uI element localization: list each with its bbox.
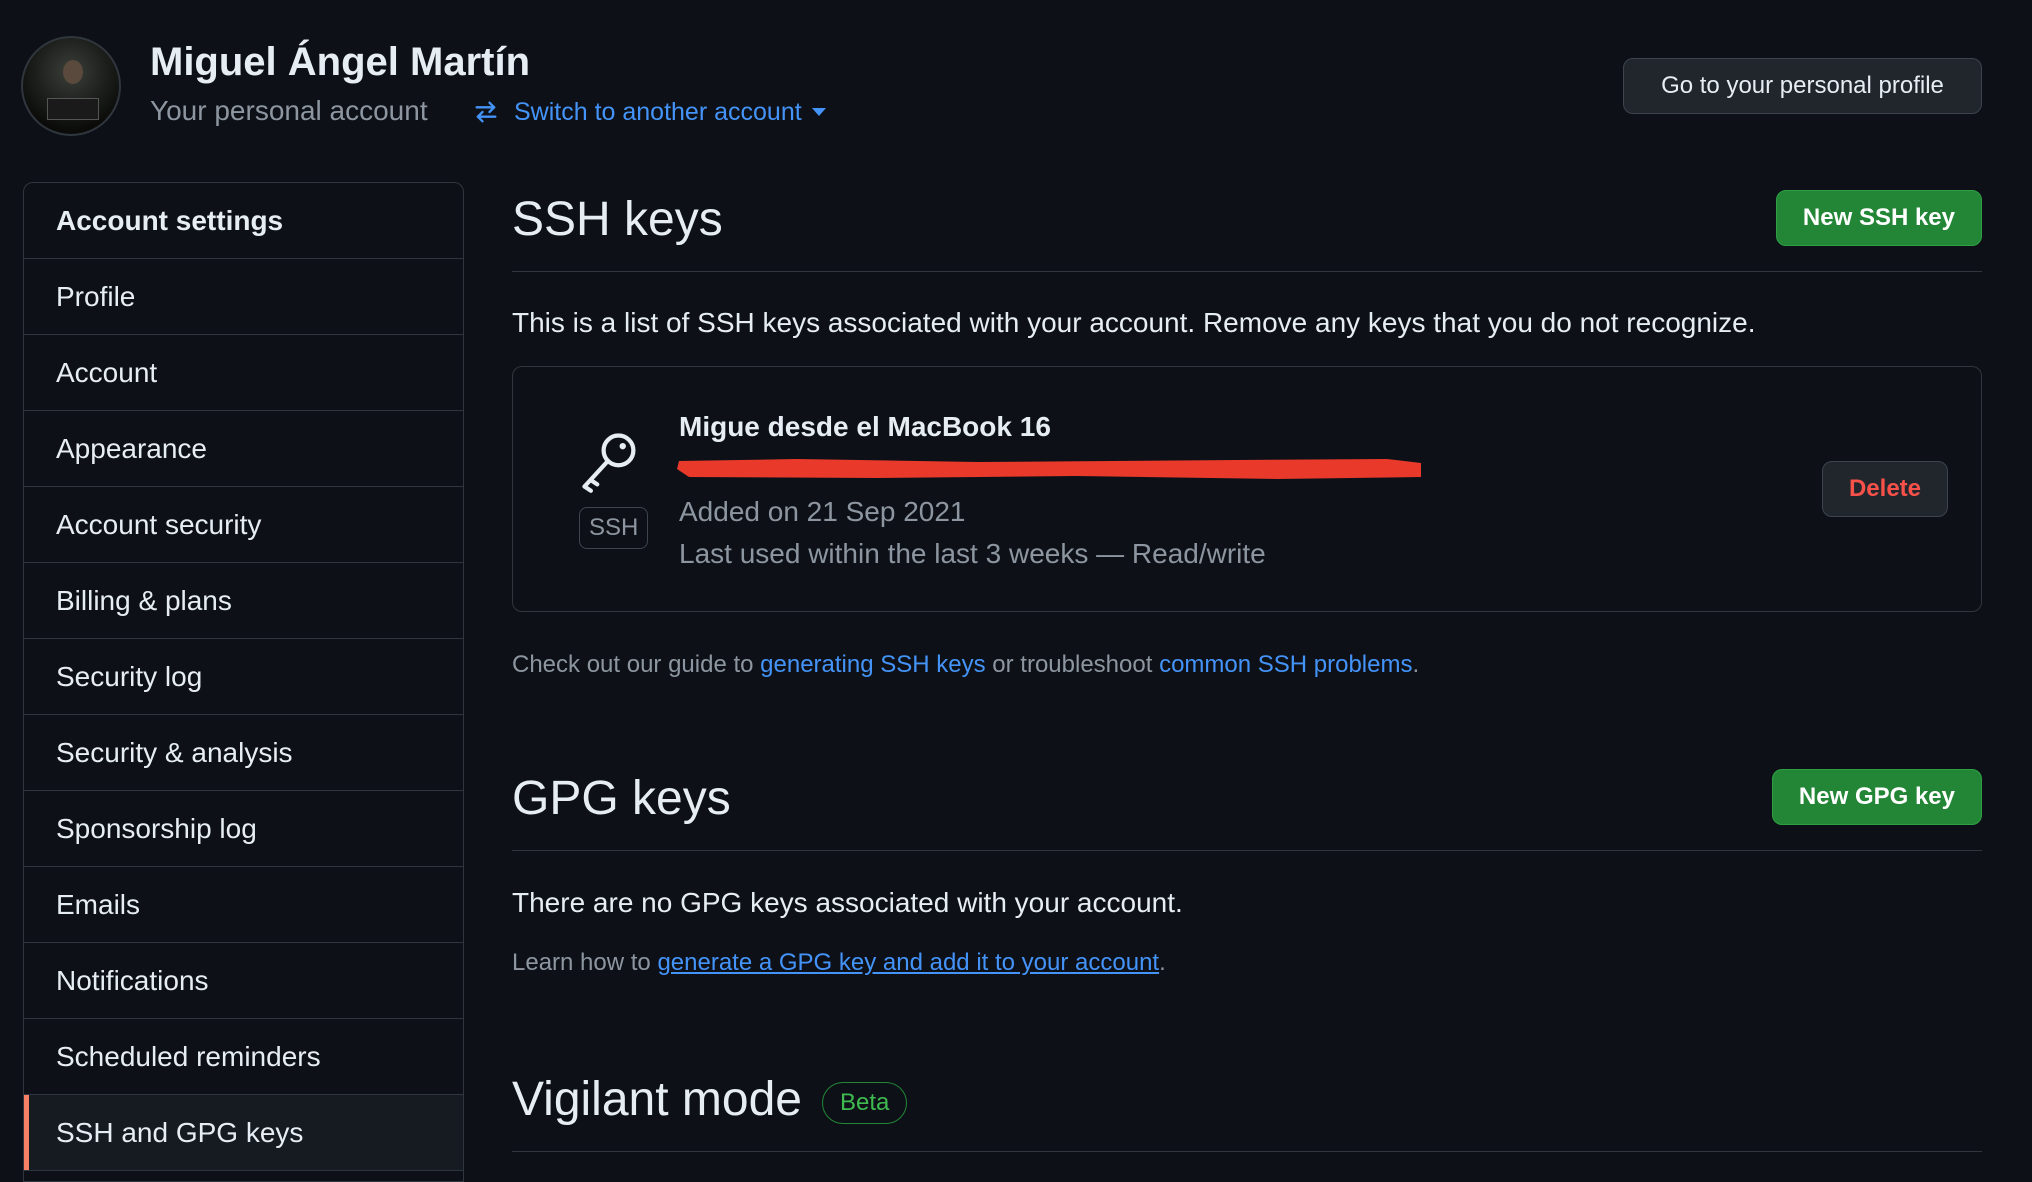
sidebar-item-security-analysis[interactable]: Security & analysis	[24, 715, 463, 791]
go-to-profile-button[interactable]: Go to your personal profile	[1623, 58, 1982, 114]
sidebar-item-sponsorship-log[interactable]: Sponsorship log	[24, 791, 463, 867]
ssh-guide-prefix: Check out our guide to	[512, 651, 761, 678]
gpg-empty-message: There are no GPG keys associated with yo…	[512, 887, 1183, 918]
switch-arrows-icon	[475, 101, 497, 123]
gpg-learn-text: Learn how to generate a GPG key and add …	[512, 949, 1166, 977]
sidebar-item-notifications[interactable]: Notifications	[24, 943, 463, 1019]
ssh-guide-text: Check out our guide to generating SSH ke…	[512, 651, 1419, 679]
generating-ssh-keys-link[interactable]: generating SSH keys	[760, 651, 985, 678]
sidebar-header: Account settings	[24, 183, 463, 259]
account-type-label: Your personal account	[150, 95, 428, 126]
gpg-keys-title: GPG keys	[512, 772, 731, 825]
user-name: Miguel Ángel Martín	[150, 40, 530, 84]
ssh-type-badge: SSH	[579, 507, 649, 549]
ssh-guide-suffix: .	[1412, 651, 1420, 678]
avatar[interactable]	[21, 36, 121, 136]
account-header: Miguel Ángel Martín Your personal accoun…	[0, 0, 2032, 170]
main-content: SSH keys New SSH key This is a list of S…	[512, 182, 1982, 1152]
switch-account-label: Switch to another account	[514, 97, 802, 126]
ssh-guide-middle: or troubleshoot	[985, 651, 1160, 678]
vigilant-mode-section: Vigilant mode	[512, 1062, 1982, 1152]
beta-badge: Beta	[822, 1082, 908, 1124]
sidebar-item-security-log[interactable]: Security log	[24, 639, 463, 715]
ssh-key-last-used: Last used within the last 3 weeks — Read…	[679, 538, 1266, 569]
gpg-learn-prefix: Learn how to	[512, 949, 658, 976]
ssh-keys-title: SSH keys	[512, 193, 723, 246]
sidebar-item-billing[interactable]: Billing & plans	[24, 563, 463, 639]
sidebar-item-profile[interactable]: Profile	[24, 259, 463, 335]
generate-gpg-key-link[interactable]: generate a GPG key and add it to your ac…	[657, 949, 1159, 976]
common-ssh-problems-link[interactable]: common SSH problems	[1159, 651, 1412, 678]
gpg-learn-suffix: .	[1159, 949, 1166, 976]
redaction-mark	[677, 459, 1421, 479]
settings-sidebar: Account settings Profile Account Appeara…	[23, 182, 464, 1182]
sidebar-item-scheduled-reminders[interactable]: Scheduled reminders	[24, 1019, 463, 1095]
delete-ssh-key-button[interactable]: Delete	[1822, 461, 1948, 517]
vigilant-mode-header: Vigilant mode	[512, 1062, 1982, 1152]
sidebar-item-appearance[interactable]: Appearance	[24, 411, 463, 487]
sidebar-item-account-security[interactable]: Account security	[24, 487, 463, 563]
new-ssh-key-button[interactable]: New SSH key	[1775, 190, 1982, 246]
ssh-keys-header: SSH keys New SSH key	[512, 182, 1982, 272]
key-icon	[582, 433, 636, 493]
caret-down-icon	[811, 108, 826, 116]
new-gpg-key-button[interactable]: New GPG key	[1771, 769, 1982, 825]
gpg-keys-section: GPG keys New GPG key	[512, 761, 1982, 851]
ssh-key-item: SSH Migue desde el MacBook 16 Added on 2…	[512, 366, 1982, 612]
sidebar-item-emails[interactable]: Emails	[24, 867, 463, 943]
sidebar-item-account[interactable]: Account	[24, 335, 463, 411]
switch-account-link[interactable]: Switch to another account	[472, 94, 826, 130]
ssh-keys-description: This is a list of SSH keys associated wi…	[512, 307, 1756, 338]
avatar-laptop	[47, 98, 99, 120]
avatar-face	[63, 60, 83, 84]
gpg-keys-header: GPG keys New GPG key	[512, 761, 1982, 851]
ssh-key-title: Migue desde el MacBook 16	[679, 411, 1051, 442]
ssh-key-added-date: Added on 21 Sep 2021	[679, 496, 966, 527]
vigilant-mode-title: Vigilant mode	[512, 1073, 802, 1126]
sidebar-item-ssh-gpg-keys[interactable]: SSH and GPG keys	[24, 1095, 463, 1171]
